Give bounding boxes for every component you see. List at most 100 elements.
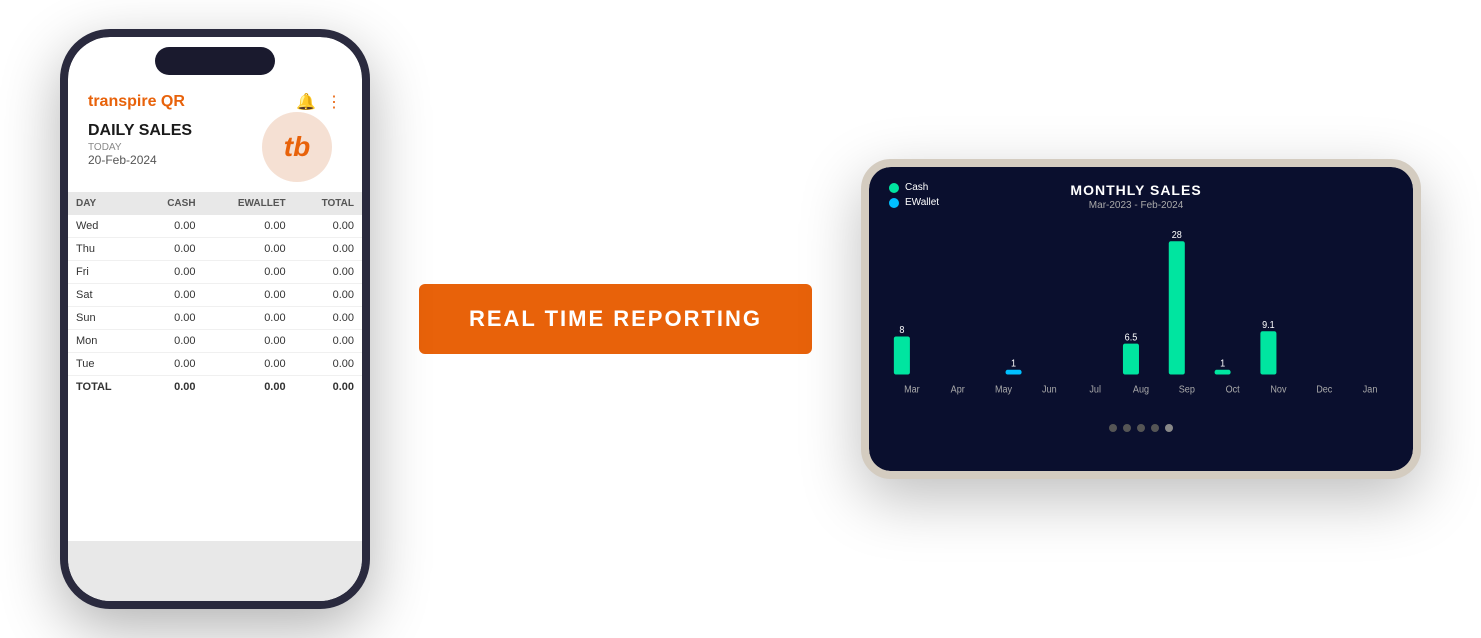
cell-ewallet: 0.00	[204, 215, 294, 238]
total-total: 0.00	[294, 376, 362, 399]
cell-cash: 0.00	[141, 307, 204, 330]
cash-legend-label: Cash	[905, 182, 928, 193]
phone-right: Cash EWallet MONTHLY SALES Mar-2023 - Fe…	[861, 159, 1421, 479]
chart-subtitle: Mar-2023 - Feb-2024	[1070, 200, 1201, 211]
cell-day: Tue	[68, 353, 141, 376]
cell-total: 0.00	[294, 238, 362, 261]
legend-ewallet: EWallet	[889, 197, 939, 208]
chart-area: 8MarApr1MayJunJul6.5Aug28Sep1Oct9.1NovDe…	[889, 219, 1393, 419]
cell-ewallet: 0.00	[204, 330, 294, 353]
col-total: TOTAL	[294, 192, 362, 215]
cell-cash: 0.00	[141, 238, 204, 261]
cell-ewallet: 0.00	[204, 261, 294, 284]
phone-screen: transpire QR 🔔 ⋮ DAILY SALES TODAY 20-Fe…	[68, 37, 362, 601]
chart-svg: 8MarApr1MayJunJul6.5Aug28Sep1Oct9.1NovDe…	[889, 219, 1393, 419]
phone-bottom-bar	[68, 541, 362, 601]
table-row: Fri 0.00 0.00 0.00	[68, 261, 362, 284]
cell-day: Fri	[68, 261, 141, 284]
header-icons: 🔔 ⋮	[296, 92, 342, 112]
svg-text:Jan: Jan	[1363, 384, 1378, 396]
cell-cash: 0.00	[141, 353, 204, 376]
cell-total: 0.00	[294, 215, 362, 238]
page-container: transpire QR 🔔 ⋮ DAILY SALES TODAY 20-Fe…	[0, 0, 1481, 638]
daily-sales-left: DAILY SALES TODAY 20-Feb-2024	[88, 122, 192, 167]
app-title: transpire QR	[88, 93, 185, 111]
cell-total: 0.00	[294, 261, 362, 284]
total-label: TOTAL	[68, 376, 141, 399]
cell-total: 0.00	[294, 353, 362, 376]
cell-ewallet: 0.00	[204, 353, 294, 376]
center-section: REAL TIME REPORTING	[370, 284, 861, 354]
cash-legend-dot	[889, 183, 899, 193]
date-value: 20-Feb-2024	[88, 153, 192, 167]
svg-text:8: 8	[899, 325, 904, 337]
svg-text:Mar: Mar	[904, 384, 920, 396]
bell-icon[interactable]: 🔔	[296, 92, 316, 112]
table-header-row: DAY CASH EWALLET TOTAL	[68, 192, 362, 215]
ewallet-legend-label: EWallet	[905, 197, 939, 208]
phone-notch	[155, 47, 275, 75]
svg-text:Oct: Oct	[1226, 384, 1240, 396]
svg-text:Apr: Apr	[951, 384, 966, 396]
total-row: TOTAL 0.00 0.00 0.00	[68, 376, 362, 399]
svg-text:1: 1	[1011, 358, 1016, 370]
cell-day: Wed	[68, 215, 141, 238]
svg-text:Dec: Dec	[1316, 384, 1332, 396]
table-row: Wed 0.00 0.00 0.00	[68, 215, 362, 238]
svg-text:9.1: 9.1	[1262, 320, 1275, 332]
logo-text: tb	[284, 131, 310, 163]
logo-circle: tb	[262, 112, 332, 182]
section-title: DAILY SALES	[88, 122, 192, 140]
sales-table: DAY CASH EWALLET TOTAL Wed 0.00 0.00 0.0…	[68, 192, 362, 398]
svg-text:Jul: Jul	[1089, 384, 1101, 396]
cell-cash: 0.00	[141, 330, 204, 353]
table-row: Tue 0.00 0.00 0.00	[68, 353, 362, 376]
svg-text:Sep: Sep	[1179, 384, 1195, 396]
power-button	[1413, 227, 1416, 267]
cell-ewallet: 0.00	[204, 284, 294, 307]
cell-cash: 0.00	[141, 215, 204, 238]
dot-2[interactable]	[1123, 424, 1131, 432]
cell-day: Thu	[68, 238, 141, 261]
legend-cash: Cash	[889, 182, 939, 193]
svg-text:28: 28	[1172, 230, 1182, 242]
cell-total: 0.00	[294, 330, 362, 353]
cell-cash: 0.00	[141, 261, 204, 284]
svg-text:Jun: Jun	[1042, 384, 1057, 396]
ewallet-legend-dot	[889, 198, 899, 208]
daily-sales-section: DAILY SALES TODAY 20-Feb-2024 tb	[68, 122, 362, 192]
total-cash: 0.00	[141, 376, 204, 399]
chart-title-area: MONTHLY SALES Mar-2023 - Feb-2024	[1070, 182, 1201, 211]
table-row: Mon 0.00 0.00 0.00	[68, 330, 362, 353]
cell-day: Sat	[68, 284, 141, 307]
dot-5[interactable]	[1165, 424, 1173, 432]
dot-3[interactable]	[1137, 424, 1145, 432]
today-label: TODAY	[88, 142, 192, 153]
cell-cash: 0.00	[141, 284, 204, 307]
col-ewallet: EWALLET	[204, 192, 294, 215]
chart-legend: Cash EWallet	[889, 182, 939, 208]
total-ewallet: 0.00	[204, 376, 294, 399]
phone-right-screen: Cash EWallet MONTHLY SALES Mar-2023 - Fe…	[869, 167, 1413, 471]
phone-left: transpire QR 🔔 ⋮ DAILY SALES TODAY 20-Fe…	[60, 29, 370, 609]
svg-text:6.5: 6.5	[1125, 332, 1138, 344]
cell-total: 0.00	[294, 284, 362, 307]
chart-pagination-dots	[889, 424, 1393, 432]
table-row: Sun 0.00 0.00 0.00	[68, 307, 362, 330]
dot-1[interactable]	[1109, 424, 1117, 432]
chart-header: Cash EWallet MONTHLY SALES Mar-2023 - Fe…	[889, 182, 1393, 211]
col-cash: CASH	[141, 192, 204, 215]
chart-title: MONTHLY SALES	[1070, 182, 1201, 198]
col-day: DAY	[68, 192, 141, 215]
svg-text:1: 1	[1220, 358, 1225, 370]
cta-button[interactable]: REAL TIME REPORTING	[419, 284, 812, 354]
dot-4[interactable]	[1151, 424, 1159, 432]
cell-ewallet: 0.00	[204, 238, 294, 261]
table-row: Sat 0.00 0.00 0.00	[68, 284, 362, 307]
cell-ewallet: 0.00	[204, 307, 294, 330]
svg-text:Nov: Nov	[1270, 384, 1286, 396]
cell-day: Sun	[68, 307, 141, 330]
cell-total: 0.00	[294, 307, 362, 330]
more-icon[interactable]: ⋮	[326, 92, 342, 112]
cell-day: Mon	[68, 330, 141, 353]
